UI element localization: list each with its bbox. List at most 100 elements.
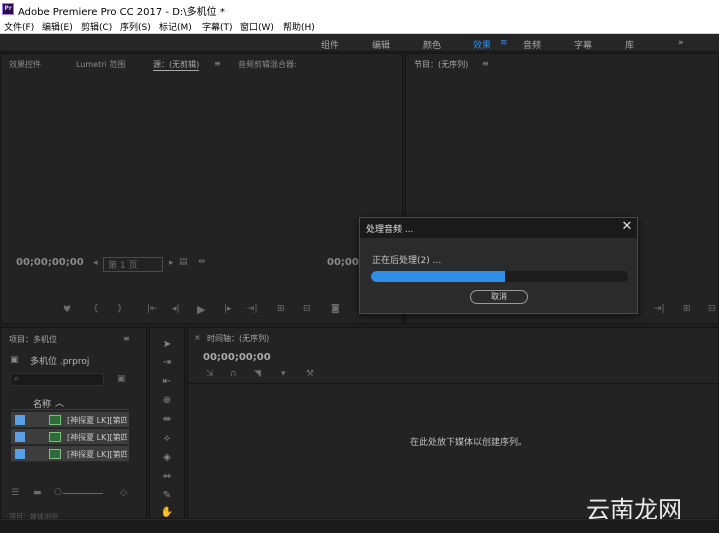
- workspace-bar: 组件 编辑 颜色 效果 ≡ 音频 字幕 库 »: [0, 34, 719, 52]
- rolling-edit-tool-icon[interactable]: ⊕: [160, 395, 174, 406]
- export-frame-icon[interactable]: ◙: [331, 304, 340, 314]
- play-icon[interactable]: ▶: [197, 303, 205, 316]
- workspace-menu-icon[interactable]: ≡: [500, 38, 508, 48]
- item-color-label[interactable]: [15, 432, 25, 442]
- workspace-tab-effects[interactable]: 效果: [473, 38, 491, 51]
- dialog-title-bar: 处理音频 ... ✕: [360, 218, 637, 238]
- razor-tool-icon[interactable]: ⟡: [160, 433, 174, 444]
- page-selector[interactable]: 第 1 页: [103, 257, 163, 272]
- progress-bar-fill: [371, 271, 505, 282]
- panel-menu-icon[interactable]: ≡: [214, 59, 221, 68]
- menu-clip[interactable]: 剪辑(C): [81, 20, 112, 33]
- tools-panel: ➤ ⇥ ⇤ ⊕ ⇹ ⟡ ◈ ⇔ ✎ ✋: [149, 327, 185, 519]
- overwrite-icon[interactable]: ⊟: [303, 304, 311, 314]
- add-marker-icon[interactable]: ♥: [63, 305, 71, 315]
- project-item-row[interactable]: [神探夏 LK][第四: [11, 446, 129, 462]
- project-item-name: [神探夏 LK][第四: [67, 450, 127, 459]
- go-to-out-icon[interactable]: ⇥|: [247, 304, 258, 314]
- source-monitor-panel: 效果控件 Lumetri 范围 源：(无剪辑) ≡ 音频剪辑混合器: 00;00…: [0, 53, 403, 324]
- track-select-tool-icon[interactable]: ⇥: [160, 357, 174, 368]
- sort-icon[interactable]: ◇: [120, 488, 127, 498]
- selection-tool-icon[interactable]: ➤: [160, 339, 174, 350]
- slip-tool-icon[interactable]: ◈: [160, 452, 174, 463]
- step-back-icon[interactable]: ◂|: [172, 304, 180, 314]
- processing-audio-dialog: 处理音频 ... ✕ 正在后处理(2) ... 取消: [359, 217, 638, 314]
- tab-audio-clip-mixer[interactable]: 音频剪辑混合器:: [238, 59, 297, 70]
- project-file-icon: ▣: [10, 355, 19, 365]
- tab-program[interactable]: 节目：(无序列): [414, 59, 468, 70]
- workspace-tab-color[interactable]: 颜色: [423, 38, 441, 51]
- program-menu-icon[interactable]: ≡: [482, 59, 489, 68]
- go-to-in-icon[interactable]: |⇤: [147, 304, 158, 314]
- project-panel: 项目：多机位 ≡ ▣ 多机位 .prproj ⌕ ▣ 名称 ︿ [神探夏 LK]…: [0, 327, 147, 521]
- workspace-tab-libraries[interactable]: 库: [625, 38, 634, 51]
- menu-file[interactable]: 文件(F): [4, 20, 34, 33]
- settings-icon[interactable]: ⇹: [198, 257, 206, 267]
- timeline-divider: [188, 383, 718, 384]
- project-menu-icon[interactable]: ≡: [123, 334, 130, 343]
- step-forward-icon[interactable]: |▸: [224, 304, 232, 314]
- zoom-slider-icon[interactable]: ○: [54, 487, 62, 497]
- wrench-icon[interactable]: ⚒: [306, 369, 314, 379]
- menu-edit[interactable]: 编辑(E): [42, 20, 73, 33]
- close-icon[interactable]: ✕: [620, 219, 634, 234]
- menu-bar: 文件(F) 编辑(E) 剪辑(C) 序列(S) 标记(M) 字幕(T) 窗口(W…: [0, 18, 719, 34]
- item-color-label[interactable]: [15, 449, 25, 459]
- mark-out-icon[interactable]: }: [117, 304, 123, 314]
- hand-tool-icon[interactable]: ✋: [160, 507, 174, 518]
- more-workspaces-icon[interactable]: »: [678, 38, 684, 48]
- linked-selection-icon[interactable]: ∩: [230, 369, 237, 379]
- source-timecode: 00;00;00;00: [16, 257, 84, 268]
- item-color-label[interactable]: [15, 415, 25, 425]
- list-view-icon[interactable]: ☰: [11, 488, 19, 498]
- slide-tool-icon[interactable]: ⇔: [160, 471, 174, 482]
- menu-window[interactable]: 窗口(W): [240, 20, 274, 33]
- project-item-row[interactable]: [神探夏 LK][第四: [11, 412, 129, 428]
- column-name-label[interactable]: 名称: [33, 397, 51, 410]
- menu-help[interactable]: 帮助(H): [283, 20, 315, 33]
- add-marker-timeline-icon[interactable]: ◥: [254, 369, 261, 379]
- menu-sequence[interactable]: 序列(S): [120, 20, 151, 33]
- lift-icon[interactable]: ⊞: [683, 304, 691, 314]
- menu-marker[interactable]: 标记(M): [159, 20, 192, 33]
- page-prev-icon[interactable]: ◂: [93, 258, 98, 268]
- workspace-tab-captions[interactable]: 字幕: [574, 38, 592, 51]
- tab-lumetri-scopes[interactable]: Lumetri 范围: [76, 59, 125, 70]
- multicam-clip-icon: [49, 449, 61, 459]
- workspace-tab-editing[interactable]: 编辑: [372, 38, 390, 51]
- menu-title[interactable]: 字幕(T): [202, 20, 233, 33]
- workspace-tab-audio[interactable]: 音频: [523, 38, 541, 51]
- zoom-slider-track[interactable]: [63, 493, 103, 494]
- page-next-icon[interactable]: ▸: [169, 258, 174, 268]
- project-search-input[interactable]: ⌕: [10, 373, 104, 386]
- project-item-name: [神探夏 LK][第四: [67, 416, 127, 425]
- mark-in-icon[interactable]: {: [93, 304, 99, 314]
- extract-icon[interactable]: ⊟: [708, 304, 716, 314]
- project-item-row[interactable]: [神探夏 LK][第四: [11, 429, 129, 445]
- timeline-close-icon[interactable]: ×: [194, 333, 201, 342]
- ripple-edit-tool-icon[interactable]: ⇤: [160, 376, 174, 387]
- premiere-logo-icon: Pr: [2, 3, 14, 15]
- tab-effect-controls[interactable]: 效果控件: [9, 59, 41, 70]
- source-timecode-right: 00;00: [327, 257, 359, 268]
- timeline-drop-message: 在此处放下媒体以创建序列。: [410, 438, 528, 448]
- rate-stretch-tool-icon[interactable]: ⇹: [160, 414, 174, 425]
- multicam-clip-icon: [49, 415, 61, 425]
- insert-icon[interactable]: ⊞: [277, 304, 285, 314]
- icon-view-icon[interactable]: ▬: [33, 488, 42, 498]
- pen-tool-icon[interactable]: ✎: [160, 490, 174, 501]
- new-bin-icon[interactable]: ▣: [117, 374, 126, 384]
- sort-ascending-icon[interactable]: ︿: [55, 396, 64, 409]
- title-bar: Pr Adobe Premiere Pro CC 2017 - D:\多机位 *: [0, 0, 719, 18]
- marker-icon[interactable]: ▾: [281, 369, 286, 379]
- tab-source[interactable]: 源：(无剪辑): [153, 59, 200, 71]
- tab-project[interactable]: 项目：多机位: [9, 334, 57, 345]
- workspace-tab-assembly[interactable]: 组件: [321, 38, 339, 51]
- program-go-to-out-icon[interactable]: ⇥|: [654, 304, 665, 314]
- fit-icon[interactable]: ▤: [179, 257, 188, 267]
- timeline-timecode: 00;00;00;00: [203, 352, 271, 363]
- snap-icon[interactable]: ⇲: [206, 369, 214, 379]
- cancel-button[interactable]: 取消: [470, 290, 528, 304]
- tab-timeline[interactable]: 时间轴：(无序列): [207, 333, 269, 344]
- status-bar: [0, 519, 719, 533]
